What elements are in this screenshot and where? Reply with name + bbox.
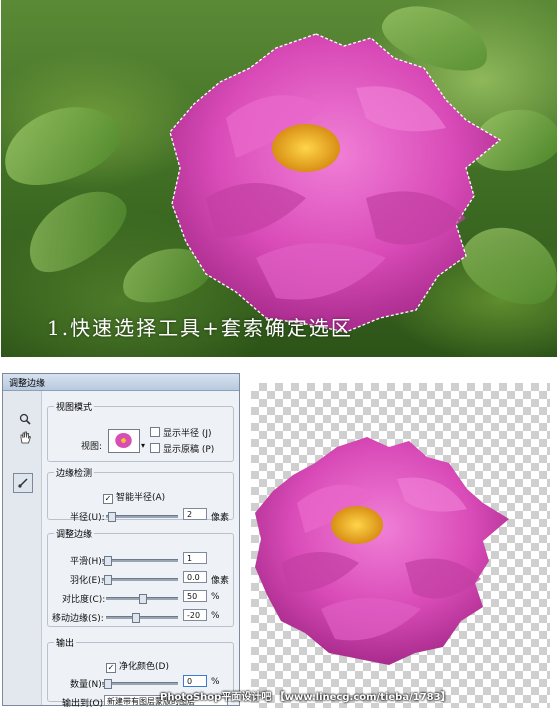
zoom-icon[interactable] bbox=[17, 411, 33, 427]
radius-unit: 像素 bbox=[211, 513, 230, 523]
view-label: 视图: bbox=[81, 442, 103, 452]
contrast-label: 对比度(C): bbox=[62, 595, 106, 605]
contrast-slider-thumb[interactable] bbox=[139, 594, 147, 604]
dialog-title: 调整边缘 bbox=[9, 378, 46, 389]
edge-detection-legend: 边缘检测 bbox=[56, 469, 93, 479]
refine-radius-brush-icon[interactable] bbox=[13, 473, 33, 493]
show-original-label: 显示原稿 (P) bbox=[163, 445, 215, 455]
adjust-edge-legend: 调整边缘 bbox=[56, 530, 93, 540]
chevron-down-icon[interactable]: ▾ bbox=[141, 441, 145, 450]
leaf-decoration bbox=[13, 173, 139, 287]
amount-slider-thumb[interactable] bbox=[104, 679, 112, 689]
shift-edge-label: 移动边缘(S): bbox=[52, 614, 104, 624]
amount-slider[interactable] bbox=[102, 679, 178, 689]
transparent-canvas bbox=[251, 383, 550, 708]
smart-radius-box[interactable]: ✓ bbox=[103, 494, 113, 504]
smart-radius-label: 智能半径(A) bbox=[116, 493, 166, 503]
feather-input[interactable]: 0.0 bbox=[183, 571, 207, 583]
peony-flower-selected bbox=[169, 33, 502, 333]
show-radius-checkbox[interactable]: 显示半径 (J) bbox=[150, 426, 212, 439]
refine-edge-dialog: 调整边缘 视图模式 视图: ▾ 显示半径 (J) 显示原稿 (P) 边缘检测 ✓… bbox=[2, 373, 240, 709]
feather-label: 羽化(E): bbox=[70, 576, 104, 586]
watermark-footer: PhotoShop平面设计吧 【www.linecg.com/tieba/178… bbox=[160, 692, 451, 703]
smooth-slider[interactable] bbox=[102, 556, 178, 566]
view-mode-group: 视图模式 视图: ▾ 显示半径 (J) 显示原稿 (P) bbox=[47, 400, 234, 462]
view-mode-preview-dropdown[interactable] bbox=[108, 429, 140, 453]
shift-edge-unit: % bbox=[211, 611, 220, 621]
view-mode-legend: 视图模式 bbox=[56, 403, 93, 413]
contrast-input[interactable]: 50 bbox=[183, 590, 207, 602]
amount-input[interactable]: 0 bbox=[183, 675, 207, 687]
radius-input[interactable]: 2 bbox=[183, 508, 207, 520]
radius-slider[interactable] bbox=[106, 512, 178, 522]
preview-thumbnail bbox=[115, 433, 132, 448]
output-legend: 输出 bbox=[56, 639, 75, 649]
smooth-input[interactable]: 1 bbox=[183, 552, 207, 564]
hand-icon[interactable] bbox=[17, 429, 33, 445]
show-radius-box[interactable] bbox=[150, 427, 160, 437]
decontaminate-checkbox[interactable]: ✓ 净化颜色(D) bbox=[106, 659, 169, 673]
feather-unit: 像素 bbox=[211, 576, 230, 586]
smooth-label: 平滑(H): bbox=[70, 557, 105, 567]
radius-label: 半径(U): bbox=[70, 513, 105, 523]
show-original-checkbox[interactable]: 显示原稿 (P) bbox=[150, 442, 214, 455]
shift-edge-input[interactable]: -20 bbox=[183, 609, 207, 621]
adjust-edge-group: 调整边缘 平滑(H): 1 羽化(E): 0.0 像素 对比度(C): 50 %… bbox=[47, 527, 234, 627]
tool-strip bbox=[3, 391, 42, 705]
feather-slider-thumb[interactable] bbox=[104, 575, 112, 585]
leaf-decoration bbox=[1, 91, 130, 199]
output-to-label: 输出到(O): bbox=[62, 699, 107, 709]
radius-slider-thumb[interactable] bbox=[108, 512, 116, 522]
feather-slider[interactable] bbox=[102, 575, 178, 585]
edge-detection-group: 边缘检测 ✓ 智能半径(A) 半径(U): 2 像素 bbox=[47, 466, 234, 523]
amount-label: 数量(N): bbox=[70, 680, 105, 690]
decontaminate-box[interactable]: ✓ bbox=[106, 663, 116, 673]
shift-edge-slider-thumb[interactable] bbox=[132, 613, 140, 623]
decontaminate-label: 净化颜色(D) bbox=[119, 662, 169, 672]
smooth-slider-thumb[interactable] bbox=[104, 556, 112, 566]
peony-flower-extracted bbox=[255, 437, 509, 665]
contrast-slider[interactable] bbox=[106, 594, 178, 604]
smart-radius-checkbox[interactable]: ✓ 智能半径(A) bbox=[103, 490, 165, 504]
show-original-box[interactable] bbox=[150, 443, 160, 453]
show-radius-label: 显示半径 (J) bbox=[163, 429, 212, 439]
source-photo: 1.快速选择工具+套索确定选区 bbox=[1, 0, 557, 357]
contrast-unit: % bbox=[211, 592, 220, 602]
dialog-titlebar[interactable]: 调整边缘 bbox=[3, 374, 239, 391]
step-caption: 1.快速选择工具+套索确定选区 bbox=[47, 316, 353, 340]
shift-edge-slider[interactable] bbox=[106, 613, 178, 623]
amount-unit: % bbox=[211, 677, 220, 687]
